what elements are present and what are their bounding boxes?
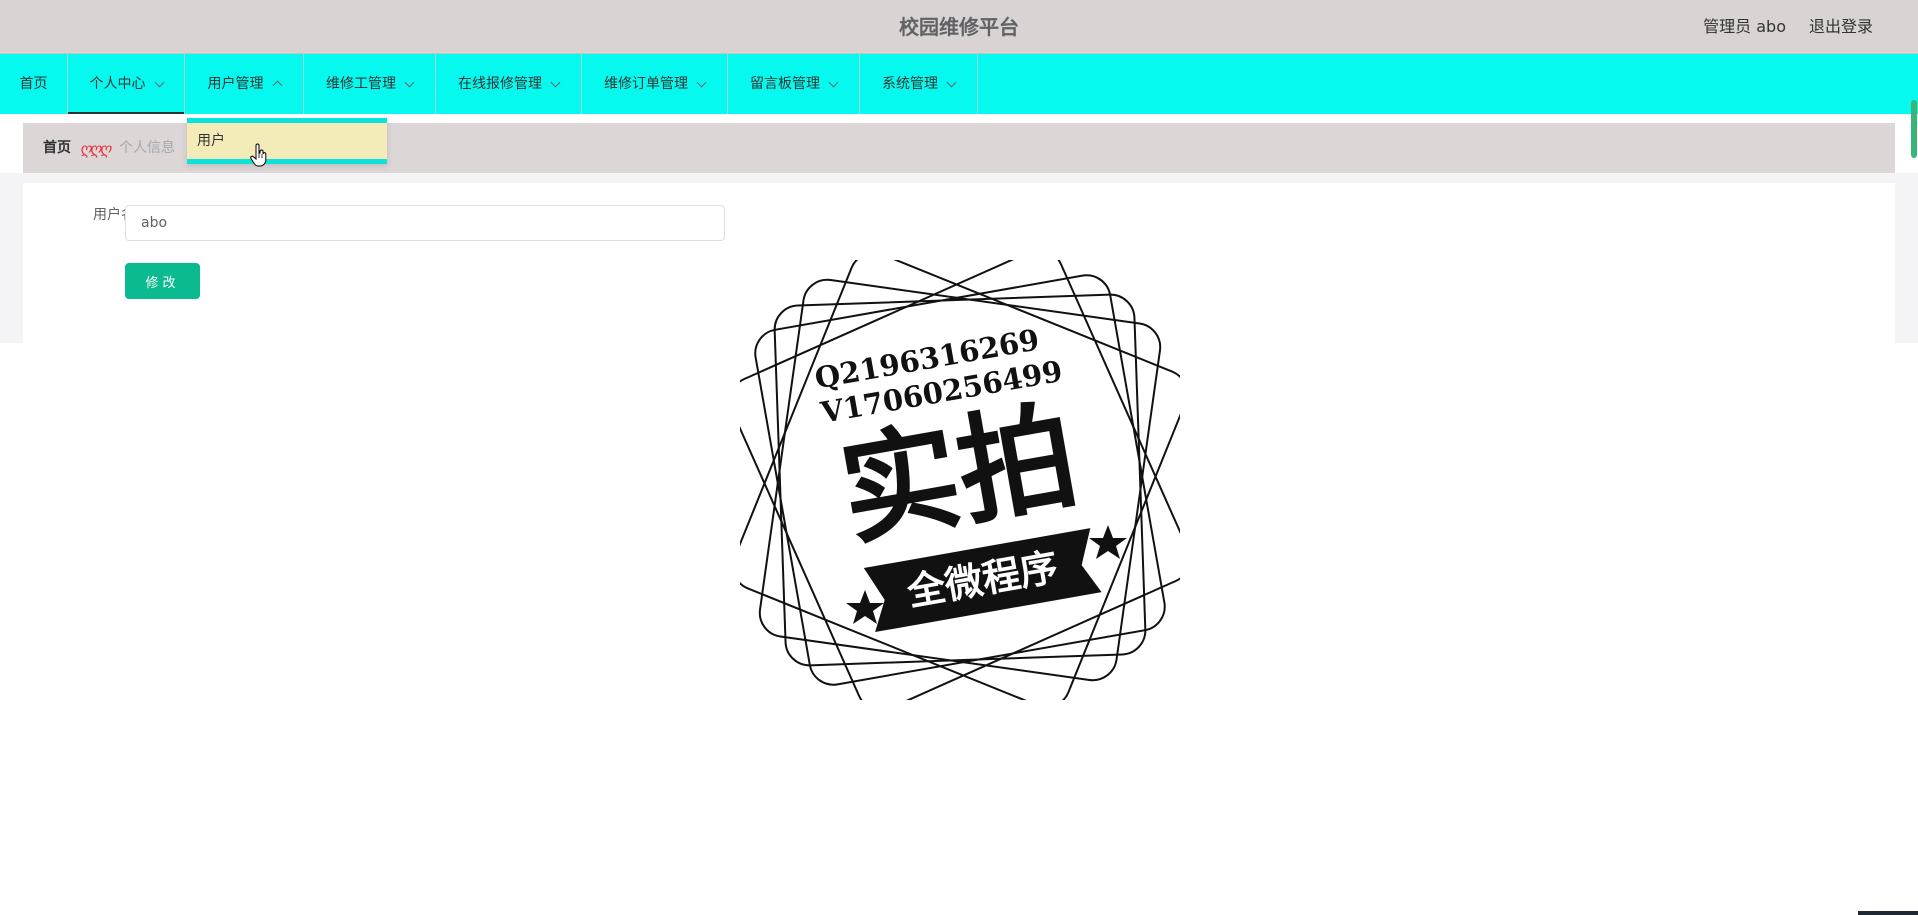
chevron-down-icon — [404, 77, 415, 87]
corner-block — [1858, 911, 1918, 915]
chevron-down-icon — [550, 77, 561, 87]
nav-item-label: 留言板管理 — [750, 76, 820, 92]
breadcrumb-separator-icon: ღღღ — [80, 140, 111, 158]
main-nav: 首页 个人中心 用户管理 维修工管理 在线报修管理 维修订单管理 留言板管理 系… — [0, 54, 1918, 114]
scrollbar-thumb[interactable] — [1911, 100, 1917, 158]
modify-button[interactable]: 修改 — [125, 263, 200, 299]
top-header: 校园维修平台 管理员 abo 退出登录 — [0, 0, 1918, 54]
nav-item-repairer-management[interactable]: 维修工管理 — [304, 54, 436, 114]
nav-item-message-board-management[interactable]: 留言板管理 — [728, 54, 860, 114]
chevron-down-icon — [154, 77, 164, 87]
page-scrollbar[interactable] — [1910, 100, 1918, 160]
user-management-dropdown: 用户 — [187, 118, 387, 164]
nav-item-home[interactable]: 首页 — [0, 54, 68, 114]
hand-pointer-icon — [250, 143, 267, 167]
chevron-up-icon — [272, 80, 282, 91]
current-user-label: 管理员 abo — [1703, 17, 1786, 36]
nav-item-label: 系统管理 — [882, 76, 938, 92]
nav-item-online-repair-management[interactable]: 在线报修管理 — [436, 54, 582, 114]
breadcrumb-current: 个人信息 — [119, 140, 175, 156]
nav-item-repair-order-management[interactable]: 维修订单管理 — [582, 54, 728, 114]
star-icon — [846, 590, 884, 624]
nav-item-user-management[interactable]: 用户管理 — [185, 54, 304, 114]
nav-item-system-management[interactable]: 系统管理 — [860, 54, 978, 114]
watermark-stamp: Q2196316269 V17060256499 实拍 全微程序 — [740, 260, 1180, 700]
breadcrumb-home[interactable]: 首页 — [43, 123, 71, 173]
nav-item-label: 首页 — [19, 76, 48, 92]
star-icon — [1089, 525, 1127, 559]
nav-item-label: 在线报修管理 — [458, 76, 542, 92]
site-title: 校园维修平台 — [899, 15, 1019, 39]
nav-item-label: 维修订单管理 — [604, 76, 688, 92]
nav-item-label: 维修工管理 — [326, 76, 396, 92]
username-input[interactable] — [125, 205, 725, 241]
nav-item-label: 用户管理 — [207, 76, 264, 92]
dropdown-item-user[interactable]: 用户 — [197, 123, 225, 159]
chevron-down-icon — [828, 77, 839, 87]
nav-item-label: 个人中心 — [89, 76, 146, 92]
nav-item-personal-center[interactable]: 个人中心 — [68, 54, 185, 114]
chevron-down-icon — [946, 77, 957, 87]
chevron-down-icon — [696, 77, 707, 87]
logout-link[interactable]: 退出登录 — [1809, 0, 1873, 54]
